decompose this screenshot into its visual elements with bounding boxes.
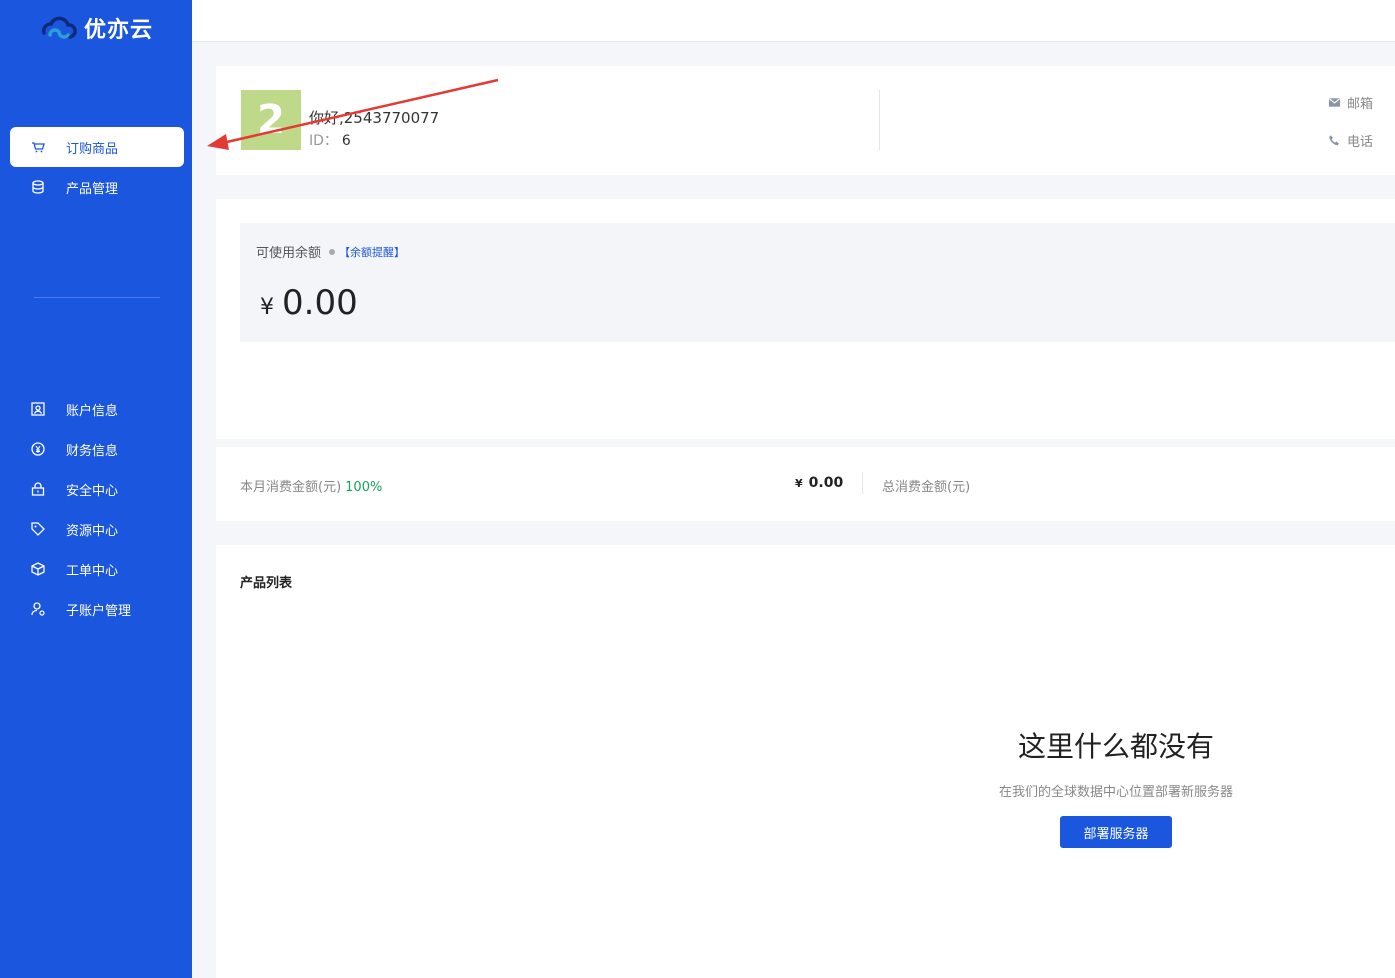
balance-reminder-link[interactable]: 【余额提醒】 [339, 244, 405, 260]
products-card: 产品列表 这里什么都没有 在我们的全球数据中心位置部署新服务器 部署服务器 [216, 545, 1395, 978]
avatar: 2 [241, 90, 301, 150]
phone-link[interactable]: 电话 [1328, 131, 1373, 150]
user-greeting: 你好,2543770077 [309, 109, 440, 127]
cloud-logo-icon [41, 16, 77, 39]
sidebar-item-security[interactable]: 安全中心 [10, 469, 184, 509]
tag-icon [30, 521, 46, 537]
user-card: 2 你好,2543770077 ID： 6 邮箱 电话 [216, 66, 1395, 175]
empty-state: 这里什么都没有 在我们的全球数据中心位置部署新服务器 部署服务器 [956, 725, 1276, 848]
sidebar-item-order[interactable]: 订购商品 [10, 127, 184, 167]
empty-subtitle: 在我们的全球数据中心位置部署新服务器 [998, 785, 1233, 800]
nav-bottom: 账户信息 财务信息 安全中心 资源中心 工单中心 子账户管理 [10, 389, 184, 629]
phone-icon [1329, 135, 1339, 146]
email-link[interactable]: 邮箱 [1328, 93, 1373, 112]
phone-label: 电话 [1346, 135, 1373, 150]
sidebar-item-tickets[interactable]: 工单中心 [10, 549, 184, 589]
user-id-value: 6 [341, 133, 351, 149]
balance-value: 0.00 [282, 283, 358, 323]
sidebar-item-label: 账户信息 [66, 403, 119, 419]
month-consumption-pct: 100% [345, 480, 383, 495]
consumption-card: 本月消费金额(元) 100% ¥0.00 总消费金额(元) [216, 447, 1395, 521]
yuan-coin-icon [30, 441, 46, 457]
sidebar-divider [34, 297, 160, 298]
consumption-value: 0.00 [808, 475, 844, 491]
sidebar-item-label: 订购商品 [66, 141, 119, 157]
balance-card: 可使用余额 【余额提醒】 ¥0.00 [216, 199, 1395, 439]
sub-user-icon [30, 601, 46, 617]
month-consumption-label: 本月消费金额(元) [240, 480, 342, 495]
user-card-icon [30, 401, 46, 417]
sidebar-item-label: 安全中心 [66, 483, 119, 499]
divider [879, 90, 880, 150]
sidebar-item-label: 产品管理 [66, 181, 119, 197]
divider [862, 472, 863, 494]
sidebar: 优亦云 订购商品 产品管理 账户信息 财务信息 安全中心 资源中心 工单中心 子… [0, 0, 192, 978]
dot-icon [329, 248, 336, 255]
sidebar-item-subaccounts[interactable]: 子账户管理 [10, 589, 184, 629]
empty-title: 这里什么都没有 [1017, 730, 1214, 763]
sidebar-item-label: 工单中心 [66, 563, 119, 579]
cart-icon [30, 139, 46, 155]
sidebar-item-products[interactable]: 产品管理 [10, 167, 184, 207]
balance-amount: ¥0.00 [260, 283, 358, 323]
balance-label-row: 可使用余额 【余额提醒】 [256, 242, 405, 262]
sidebar-item-finance[interactable]: 财务信息 [10, 429, 184, 469]
currency-symbol: ¥ [795, 477, 803, 490]
products-title: 产品列表 [240, 576, 293, 591]
total-consumption-label: 总消费金额(元) [882, 480, 971, 495]
sidebar-item-label: 财务信息 [66, 443, 119, 459]
sidebar-item-label: 资源中心 [66, 523, 119, 539]
user-id: ID： 6 [309, 130, 351, 150]
sidebar-item-resources[interactable]: 资源中心 [10, 509, 184, 549]
balance-label: 可使用余额 [256, 246, 322, 261]
logo[interactable]: 优亦云 [38, 10, 153, 46]
nav-top: 订购商品 产品管理 [10, 127, 184, 207]
lock-icon [30, 481, 46, 497]
currency-symbol: ¥ [260, 295, 274, 320]
box-icon [30, 561, 46, 577]
app-name: 优亦云 [84, 18, 154, 43]
month-consumption: 本月消费金额(元) 100% [240, 476, 382, 495]
sidebar-item-label: 子账户管理 [66, 603, 132, 619]
deploy-server-button[interactable]: 部署服务器 [1060, 816, 1172, 848]
email-label: 邮箱 [1346, 97, 1373, 112]
consumption-amount: ¥0.00 [795, 475, 843, 491]
top-bar [192, 0, 1395, 42]
database-icon [30, 179, 46, 195]
sidebar-item-account[interactable]: 账户信息 [10, 389, 184, 429]
user-id-label: ID： [309, 133, 338, 149]
mail-icon [1328, 98, 1341, 107]
balance-box: 可使用余额 【余额提醒】 ¥0.00 [240, 223, 1395, 342]
